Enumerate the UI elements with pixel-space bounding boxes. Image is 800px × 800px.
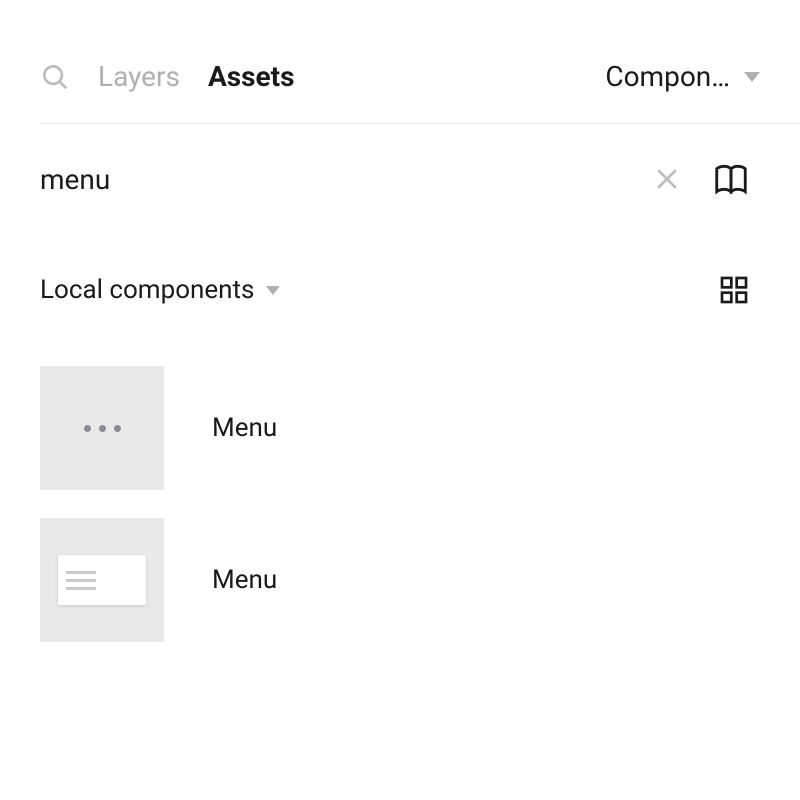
list-item[interactable]: Menu [40,366,800,490]
close-icon [652,164,682,194]
search-input[interactable] [40,163,652,196]
search-icon[interactable] [40,62,70,92]
library-button[interactable] [712,160,750,198]
menu-preview-icon [58,555,146,605]
chevron-down-icon [266,286,280,295]
grid-view-button[interactable] [718,274,750,306]
list-item[interactable]: Menu [40,518,800,642]
component-name: Menu [212,565,277,595]
assets-panel: Layers Assets Compon… Local components [40,0,800,642]
section-row: Local components [40,218,800,336]
results-list: Menu Menu [40,336,800,642]
ellipsis-icon [84,425,121,432]
section-dropdown[interactable]: Local components [40,275,280,305]
clear-search-button[interactable] [652,164,682,194]
component-thumbnail [40,518,164,642]
book-icon [712,160,750,198]
grid-icon [718,274,750,306]
component-name: Menu [212,413,277,443]
page-selector-label: Compon… [605,60,730,93]
section-label-text: Local components [40,275,254,305]
tab-layers[interactable]: Layers [98,60,180,93]
search-row [40,124,800,218]
tab-assets[interactable]: Assets [208,60,295,93]
page-selector[interactable]: Compon… [605,60,800,93]
chevron-down-icon [744,72,760,82]
component-thumbnail [40,366,164,490]
tab-row: Layers Assets Compon… [40,60,800,124]
